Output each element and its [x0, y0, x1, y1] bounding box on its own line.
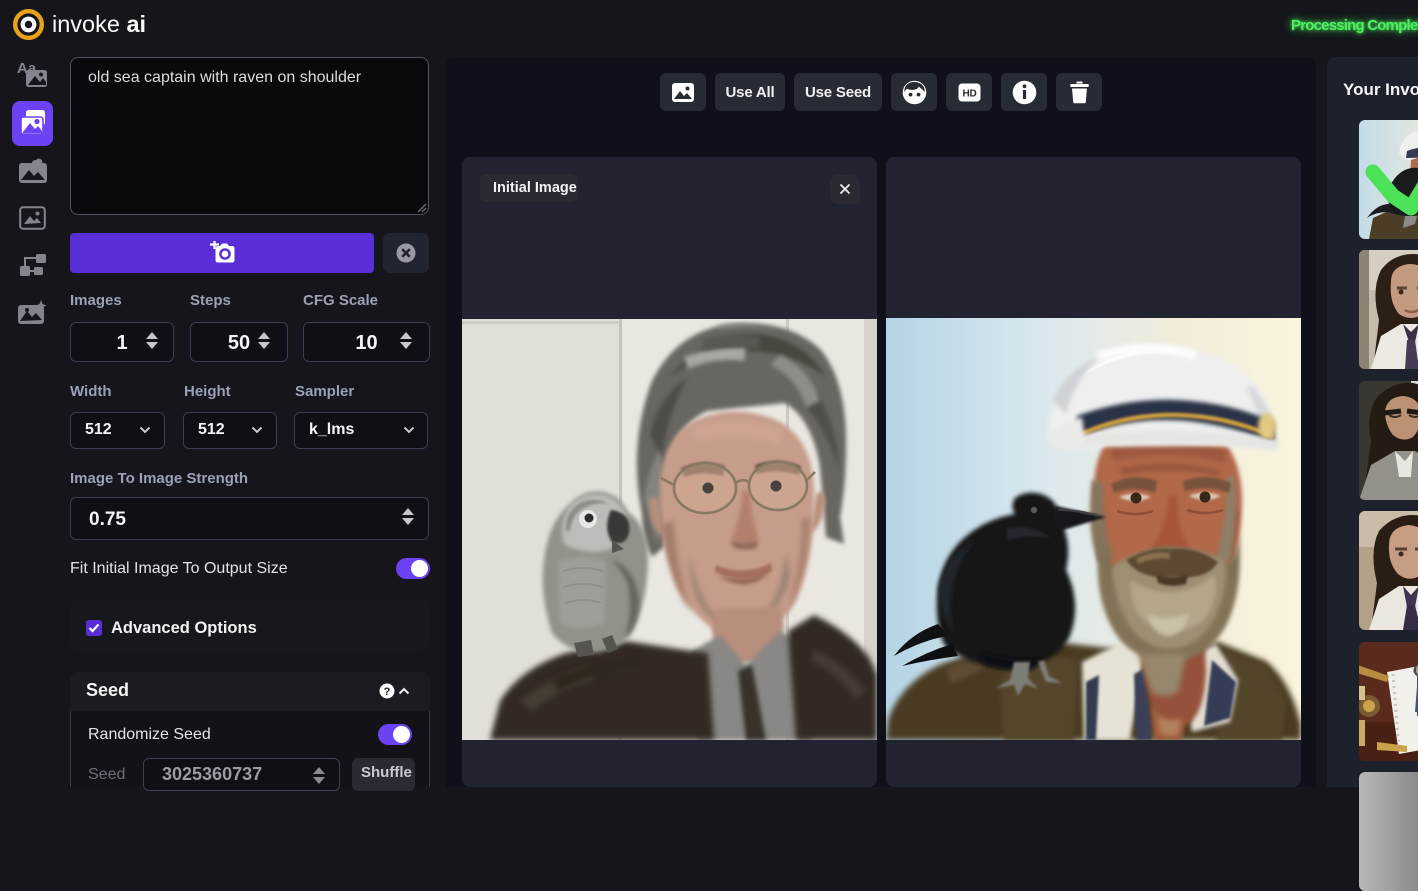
svg-text:?: ? — [384, 686, 391, 698]
svg-text:HD: HD — [962, 88, 976, 99]
